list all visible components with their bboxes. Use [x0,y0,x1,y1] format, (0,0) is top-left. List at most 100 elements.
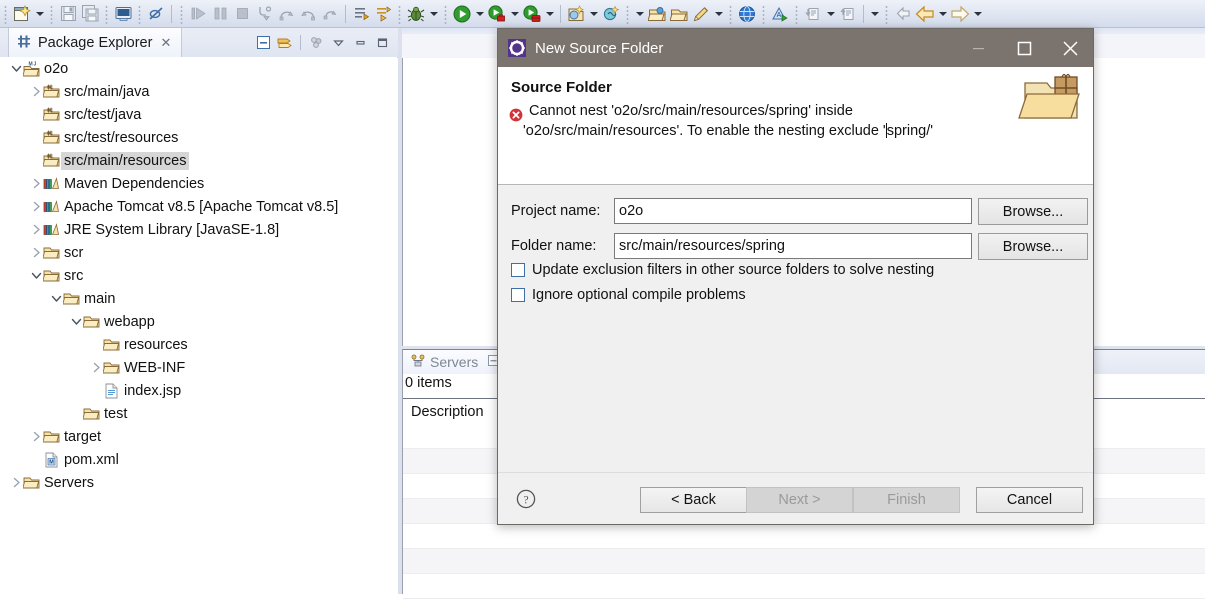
tab-servers[interactable]: Servers [403,350,509,374]
tree-item[interactable]: Maven Dependencies [0,172,397,195]
run-last-tool-icon[interactable]: A [769,3,791,25]
chevron-down-icon[interactable] [328,33,348,53]
close-icon[interactable] [1047,29,1093,67]
chevron-right-icon[interactable] [30,425,43,448]
new-wizard-icon[interactable] [11,3,33,25]
toolbar-grip[interactable] [136,3,143,24]
chevron-down-icon[interactable] [10,57,23,80]
suspend-icon[interactable] [209,3,231,25]
back-small-icon[interactable] [892,3,914,25]
toggle-breakpoint-icon[interactable] [145,3,167,25]
new-java-package-icon[interactable] [565,3,587,25]
step-into-icon[interactable] [253,3,275,25]
pencil-dropdown-arrow[interactable] [712,3,725,25]
dialog-title-bar[interactable]: New Source Folder [498,29,1093,67]
toolbar-grip[interactable] [178,3,185,24]
toolbar-grip[interactable] [442,3,449,24]
project-name-input[interactable]: o2o [614,198,972,224]
collapse-all-icon[interactable] [253,33,273,53]
chevron-right-icon[interactable] [30,172,43,195]
tree-item[interactable]: scr [0,241,397,264]
next-annotation-icon[interactable] [350,3,372,25]
toolbar-grip[interactable] [793,3,800,24]
toolbar-grip[interactable] [48,3,55,24]
next-edit-dropdown-arrow[interactable] [868,3,881,25]
maximize-icon[interactable] [372,33,392,53]
drop-to-frame-icon[interactable] [319,3,341,25]
link-with-editor-icon[interactable] [275,33,295,53]
table-row[interactable] [403,549,1205,574]
checkbox[interactable] [511,263,525,277]
web-browser-icon[interactable] [736,3,758,25]
folder-name-input[interactable]: src/main/resources/spring [614,233,972,259]
next-edit-icon[interactable] [837,3,859,25]
debug-dropdown-arrow[interactable] [427,3,440,25]
run-server-dropdown-arrow[interactable] [508,3,521,25]
project-tree[interactable]: M Jo2o src/main/java src/test/java src/test/… [0,57,397,594]
run-dropdown-arrow[interactable] [473,3,486,25]
debug-bug-icon[interactable] [405,3,427,25]
pencil-icon[interactable] [690,3,712,25]
cancel-button[interactable]: Cancel [976,487,1083,513]
tree-item[interactable]: Apache Tomcat v8.5 [Apache Tomcat v8.5] [0,195,397,218]
chevron-right-icon[interactable] [30,80,43,103]
back-dropdown-arrow[interactable] [936,3,949,25]
profile-icon[interactable] [521,3,543,25]
chevron-down-icon[interactable] [70,310,83,333]
new-wizard-dropdown-arrow[interactable] [33,3,46,25]
toolbar-grip[interactable] [396,3,403,24]
minimize-icon[interactable] [350,33,370,53]
save-all-icon[interactable] [79,3,101,25]
tree-item[interactable]: index.jsp [0,379,397,402]
resume-icon[interactable] [187,3,209,25]
step-return-icon[interactable] [297,3,319,25]
checkbox[interactable] [511,288,525,302]
checkbox-row[interactable]: Ignore optional compile problems [511,287,746,303]
toolbar-grip[interactable] [624,3,631,24]
tree-item[interactable]: src/main/java [0,80,397,103]
tree-item[interactable]: src [0,264,397,287]
chevron-down-icon[interactable] [50,287,63,310]
chevron-right-icon[interactable] [30,195,43,218]
new-java-package-dropdown-arrow[interactable] [587,3,600,25]
servers-column-description[interactable]: Description [411,399,484,424]
tree-item[interactable]: src/main/resources [0,149,397,172]
forward-icon[interactable] [949,3,971,25]
tree-item[interactable]: resources [0,333,397,356]
maximize-icon[interactable] [1001,29,1047,67]
open-task-icon[interactable] [646,3,668,25]
tree-item[interactable]: M Jo2o [0,57,397,80]
chevron-right-icon[interactable] [90,356,103,379]
save-icon[interactable] [57,3,79,25]
print-icon[interactable] [112,3,134,25]
search-dropdown-arrow[interactable] [633,3,646,25]
tree-item[interactable]: main [0,287,397,310]
tree-item[interactable]: Servers [0,471,397,494]
chevron-right-icon[interactable] [30,241,43,264]
browse-button[interactable]: Browse... [978,198,1088,225]
toolbar-grip[interactable] [883,3,890,24]
search-icon[interactable] [600,3,622,25]
chevron-right-icon[interactable] [10,471,23,494]
browse-button[interactable]: Browse... [978,233,1088,260]
tree-item[interactable]: target [0,425,397,448]
tree-item[interactable]: Mpom.xml [0,448,397,471]
view-menu-icon[interactable] [306,33,326,53]
toolbar-grip[interactable] [727,3,734,24]
close-icon[interactable]: ✕ [160,35,171,51]
chevron-right-icon[interactable] [30,218,43,241]
tree-item[interactable]: WEB-INF [0,356,397,379]
minimize-icon[interactable] [955,29,1001,67]
chevron-down-icon[interactable] [30,264,43,287]
toolbar-grip[interactable] [760,3,767,24]
step-over-icon[interactable] [275,3,297,25]
terminate-icon[interactable] [231,3,253,25]
tree-item[interactable]: test [0,402,397,425]
tab-package-explorer[interactable]: Package Explorer ✕ [8,28,183,57]
run-server-icon[interactable] [486,3,508,25]
toolbar-grip[interactable] [103,3,110,24]
toolbar-grip[interactable] [2,3,9,24]
run-icon[interactable] [451,3,473,25]
table-row[interactable] [403,574,1205,599]
tree-item[interactable]: JRE System Library [JavaSE-1.8] [0,218,397,241]
